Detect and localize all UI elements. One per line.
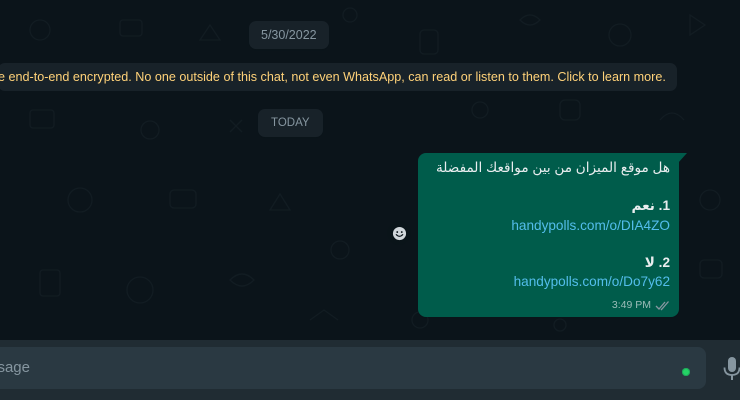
bubble-tail bbox=[678, 153, 687, 163]
reaction-button[interactable] bbox=[387, 221, 411, 245]
today-chip: TODAY bbox=[258, 109, 323, 137]
poll-question: هل موقع الميزان من بين مواقعك المفضلة bbox=[436, 160, 670, 175]
poll-option-2-label: 2. لا bbox=[644, 255, 670, 270]
microphone-icon[interactable] bbox=[722, 356, 740, 382]
message-input[interactable]: essage bbox=[0, 347, 706, 389]
outgoing-message[interactable]: هل موقع الميزان من بين مواقعك المفضلة 1.… bbox=[418, 153, 687, 317]
encryption-notice[interactable]: e end-to-end encrypted. No one outside o… bbox=[0, 63, 677, 91]
poll-option-1-label: 1. نعم bbox=[631, 198, 670, 213]
message-time: 3:49 PM bbox=[611, 299, 651, 311]
date-chip: 5/30/2022 bbox=[249, 21, 329, 49]
green-dot-icon bbox=[682, 368, 690, 376]
message-input-placeholder: essage bbox=[0, 359, 30, 376]
emoji-icon bbox=[392, 226, 406, 240]
poll-option-1-link[interactable]: handypolls.com/o/DIA4ZO bbox=[511, 218, 670, 233]
double-check-icon bbox=[655, 300, 669, 310]
message-meta: 3:49 PM bbox=[612, 299, 671, 311]
poll-option-2-link[interactable]: handypolls.com/o/Do7y62 bbox=[514, 274, 670, 289]
chat-screen: 5/30/2022 e end-to-end encrypted. No one… bbox=[0, 0, 740, 400]
